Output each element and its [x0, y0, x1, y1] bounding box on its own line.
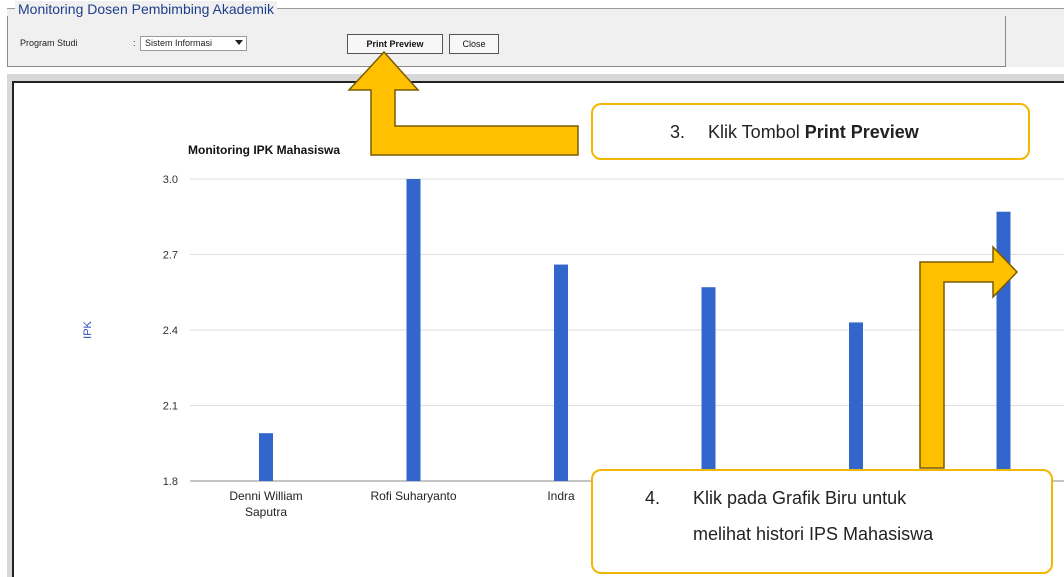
step-4-line1: Klik pada Grafik Biru untuk [693, 488, 907, 508]
ipk-bar[interactable] [849, 322, 863, 481]
y-tick-label: 2.4 [163, 325, 178, 337]
step-3-number: 3. [670, 122, 686, 142]
step-3-bold: Print Preview [804, 122, 919, 142]
x-category-label: Rofi Suharyanto [370, 489, 456, 503]
y-tick-label: 1.8 [163, 476, 178, 488]
step-4-callout: 4. Klik pada Grafik Biru untuk melihat h… [591, 469, 1053, 574]
x-category-label: Indra [547, 489, 575, 503]
arrow-to-print-preview [347, 50, 579, 156]
y-axis-label: IPK [82, 320, 94, 338]
y-tick-label: 2.1 [163, 401, 178, 413]
step-4-number: 4. [645, 488, 661, 508]
ipk-bar[interactable] [406, 179, 421, 481]
step-3-text: Klik Tombol Print Preview [708, 122, 919, 143]
ipk-bar[interactable] [259, 433, 273, 481]
ipk-bar[interactable] [554, 264, 568, 481]
x-category-label-line2: Saputra [245, 505, 287, 519]
ipk-bar[interactable] [701, 287, 716, 481]
y-tick-label: 3.0 [163, 174, 178, 186]
step-3-callout: 3. Klik Tombol Print Preview [591, 103, 1030, 160]
y-tick-label: 2.7 [163, 250, 178, 262]
step-4-line2: melihat histori IPS Mahasiswa [693, 524, 934, 544]
x-category-label: Denni William [229, 489, 302, 503]
chart-title: Monitoring IPK Mahasiswa [188, 143, 340, 157]
step-3-prefix: Klik Tombol [708, 122, 805, 142]
